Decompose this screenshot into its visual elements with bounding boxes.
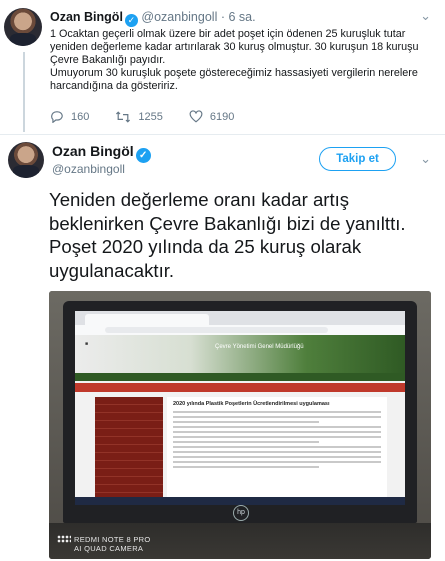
follow-button[interactable]: Takip et <box>319 147 396 171</box>
tweet-paragraph: Umuyorum 30 kuruşluk poşete göstereceğim… <box>50 67 418 92</box>
thread-parent-tweet[interactable]: Ozan Bingöl ✓ @ozanbingoll · 6 sa. ⌄ 1 Oc… <box>0 0 445 134</box>
retweet-button[interactable]: 1255 <box>115 110 163 123</box>
tweet-text: Yeniden değerleme oranı kadar artış bekl… <box>49 189 406 281</box>
chevron-down-icon[interactable]: ⌄ <box>420 151 431 167</box>
site-breadcrumb <box>75 383 405 392</box>
watermark-line1: REDMI NOTE 8 PRO <box>74 535 151 544</box>
avatar[interactable] <box>8 142 44 178</box>
divider <box>0 134 445 135</box>
os-taskbar <box>75 497 405 505</box>
browser-tab-bar <box>75 311 405 325</box>
url-field <box>105 327 328 333</box>
reply-count: 160 <box>71 110 90 123</box>
site-sidebar-menu <box>95 397 163 505</box>
site-nav <box>75 373 405 381</box>
tweet-header: Ozan Bingöl ✓ @ozanbingoll · 6 sa. <box>50 10 256 27</box>
reply-icon <box>51 111 63 123</box>
tweet-time[interactable]: · 6 sa. <box>221 10 256 24</box>
thread-connector-line <box>23 52 25 132</box>
site-title: Çevre Yönetimi Genel Müdürlüğü <box>215 344 304 350</box>
author-name-text: Ozan Bingöl <box>52 143 134 159</box>
heart-icon <box>189 110 203 123</box>
tweet-text: 1 Ocaktan geçerli olmak üzere bir adet p… <box>50 28 432 93</box>
site-article: 2020 yılında Plastik Poşetlerin Ücretlen… <box>167 397 387 505</box>
site-header: ■ Çevre Yönetimi Genel Müdürlüğü <box>75 335 405 373</box>
site-logo: ■ <box>85 341 89 347</box>
reply-button[interactable]: 160 <box>50 110 89 123</box>
camera-dots-icon <box>57 535 71 543</box>
like-count: 6190 <box>209 110 235 123</box>
browser-address-bar <box>75 325 405 335</box>
retweet-icon <box>116 110 131 123</box>
verified-badge-icon: ✓ <box>124 14 138 27</box>
author-handle[interactable]: @ozanbingoll <box>141 10 217 24</box>
browser-tab <box>85 314 209 325</box>
verified-badge-icon: ✓ <box>135 148 151 163</box>
author-name[interactable]: Ozan Bingöl ✓ <box>52 143 151 163</box>
retweet-count: 1255 <box>138 110 163 123</box>
tweet-actions: 160 1255 6190 <box>50 110 260 123</box>
watermark-line2: AI QUAD CAMERA <box>74 544 144 553</box>
avatar[interactable] <box>4 8 42 46</box>
author-name[interactable]: Ozan Bingöl <box>50 10 123 24</box>
like-button[interactable]: 6190 <box>189 110 234 123</box>
tweet-paragraph: 1 Ocaktan geçerli olmak üzere bir adet p… <box>50 28 419 66</box>
hp-logo: hp <box>233 505 249 521</box>
tweet-photo[interactable]: ■ Çevre Yönetimi Genel Müdürlüğü 2020 yı… <box>49 291 431 559</box>
article-title: 2020 yılında Plastik Poşetlerin Ücretlen… <box>173 401 330 407</box>
author-handle[interactable]: @ozanbingoll <box>52 162 125 176</box>
chevron-down-icon[interactable]: ⌄ <box>420 8 431 24</box>
camera-watermark: REDMI NOTE 8 PRO AI QUAD CAMERA <box>57 535 150 553</box>
laptop-screen: ■ Çevre Yönetimi Genel Müdürlüğü 2020 yı… <box>75 311 405 505</box>
